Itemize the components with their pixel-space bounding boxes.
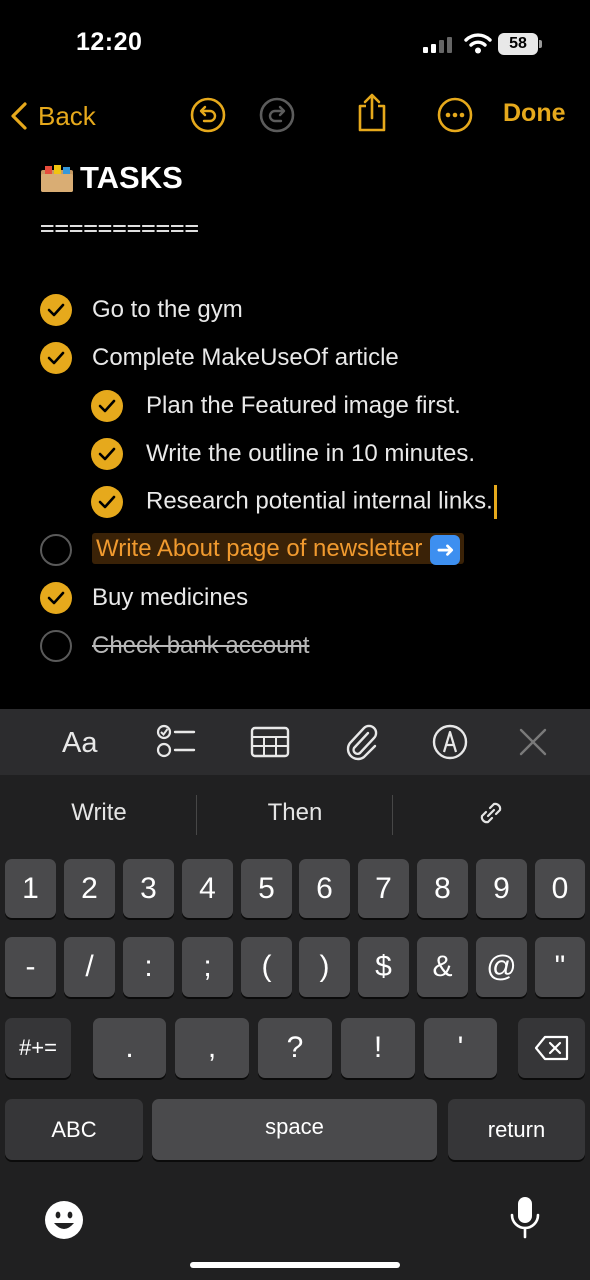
wifi-icon	[464, 33, 492, 54]
key-open-paren[interactable]: (	[241, 937, 292, 997]
back-button[interactable]: Back	[10, 96, 96, 136]
share-icon[interactable]	[354, 92, 390, 134]
key-hyphen[interactable]: -	[5, 937, 56, 997]
checklist-icon[interactable]	[156, 723, 196, 759]
symbols-key[interactable]: #+=	[5, 1018, 71, 1078]
key-slash[interactable]: /	[64, 937, 115, 997]
checklist-item[interactable]: Buy medicines	[40, 577, 248, 619]
status-time: 12:20	[76, 28, 143, 56]
done-button[interactable]: Done	[503, 99, 566, 128]
key-exclamation[interactable]: !	[341, 1018, 415, 1078]
key-at[interactable]: @	[476, 937, 527, 997]
suggestion-separator	[392, 795, 393, 835]
keyboard: Write Then 1 2 3 4 5 6 7 8 9 0 - / : ; (…	[0, 775, 590, 1280]
abc-key[interactable]: ABC	[5, 1099, 143, 1160]
key-8[interactable]: 8	[417, 859, 468, 918]
key-ampersand[interactable]: &	[417, 937, 468, 997]
key-question[interactable]: ?	[258, 1018, 332, 1078]
backspace-icon	[534, 1035, 568, 1061]
key-apostrophe[interactable]: '	[424, 1018, 497, 1078]
note-divider-text[interactable]: ===========	[40, 214, 199, 242]
markup-pen-icon[interactable]	[431, 723, 469, 761]
note-toolbar: Back Done	[0, 88, 590, 142]
paperclip-icon[interactable]	[344, 723, 380, 761]
card-index-dividers-icon	[40, 164, 74, 192]
checked-circle-icon[interactable]	[40, 294, 72, 326]
checklist-item-text: Research potential internal links.	[146, 487, 493, 515]
checked-circle-icon[interactable]	[91, 486, 123, 518]
more-options-icon[interactable]	[436, 96, 474, 134]
battery-tip	[539, 40, 542, 48]
unchecked-circle-icon[interactable]	[40, 534, 72, 566]
unchecked-circle-icon[interactable]	[40, 630, 72, 662]
text-cursor	[493, 485, 497, 519]
key-7[interactable]: 7	[358, 859, 409, 918]
key-comma[interactable]: ,	[175, 1018, 249, 1078]
key-4[interactable]: 4	[182, 859, 233, 918]
key-6[interactable]: 6	[299, 859, 350, 918]
suggestion-separator	[196, 795, 197, 835]
return-key[interactable]: return	[448, 1099, 585, 1160]
checked-circle-icon[interactable]	[40, 342, 72, 374]
redo-icon[interactable]	[258, 96, 296, 134]
battery-icon: 58	[498, 33, 538, 55]
checklist-subitem[interactable]: Write the outline in 10 minutes.	[91, 433, 475, 475]
key-semicolon[interactable]: ;	[182, 937, 233, 997]
table-icon[interactable]	[250, 726, 290, 758]
key-5[interactable]: 5	[241, 859, 292, 918]
key-2[interactable]: 2	[64, 859, 115, 918]
emoji-icon[interactable]	[43, 1199, 85, 1241]
checklist-item-label: Buy medicines	[92, 584, 249, 611]
link-icon[interactable]	[475, 797, 507, 829]
checklist-item-label: Research potential internal links.	[146, 485, 497, 519]
space-key-label: space	[265, 1114, 324, 1139]
space-key[interactable]: space	[152, 1099, 437, 1160]
checklist-item-text: Write About page of newsletter	[96, 535, 423, 563]
checklist-item-label: Write About page of newsletter ➜	[92, 533, 465, 565]
key-colon[interactable]: :	[123, 937, 174, 997]
checked-circle-icon[interactable]	[91, 390, 123, 422]
checklist-subitem[interactable]: Plan the Featured image first.	[91, 385, 461, 427]
delete-key[interactable]	[518, 1018, 585, 1078]
highlighted-text: Write About page of newsletter ➜	[92, 533, 465, 565]
status-bar: 12:20 58	[0, 0, 590, 90]
key-period[interactable]: .	[93, 1018, 166, 1078]
microphone-icon[interactable]	[508, 1195, 542, 1243]
chevron-left-icon	[11, 102, 27, 130]
checklist-item-label: Write the outline in 10 minutes.	[146, 440, 476, 467]
right-arrow-emoji-icon: ➜	[430, 535, 461, 565]
key-close-paren[interactable]: )	[299, 937, 350, 997]
checked-circle-icon[interactable]	[91, 438, 123, 470]
checklist-item[interactable]: Complete MakeUseOf article	[40, 337, 399, 379]
checklist-item[interactable]: Go to the gym	[40, 289, 243, 331]
key-9[interactable]: 9	[476, 859, 527, 918]
close-icon[interactable]	[518, 727, 548, 757]
text-style-button[interactable]: Aa	[62, 727, 97, 760]
key-dollar[interactable]: $	[358, 937, 409, 997]
key-quote[interactable]: "	[535, 937, 585, 997]
key-3[interactable]: 3	[123, 859, 174, 918]
checklist-item-label: Check bank account	[92, 632, 310, 659]
key-0[interactable]: 0	[535, 859, 585, 918]
checklist-item[interactable]: Write About page of newsletter ➜	[40, 529, 465, 571]
suggestion-write[interactable]: Write	[40, 799, 158, 827]
note-title-text: TASKS	[80, 160, 183, 195]
formatting-toolbar: Aa	[0, 709, 590, 775]
note-title[interactable]: TASKS	[40, 160, 183, 196]
key-1[interactable]: 1	[5, 859, 56, 918]
checked-circle-icon[interactable]	[40, 582, 72, 614]
checklist-item-label: Plan the Featured image first.	[146, 392, 461, 419]
checklist-item[interactable]: Check bank account	[40, 625, 309, 667]
cellular-signal-icon	[423, 37, 452, 53]
home-indicator[interactable]	[190, 1262, 400, 1268]
checklist-item-label: Go to the gym	[92, 296, 243, 323]
back-label: Back	[38, 100, 96, 131]
checklist-subitem[interactable]: Research potential internal links.	[91, 481, 497, 523]
checklist-item-label: Complete MakeUseOf article	[92, 344, 399, 371]
suggestion-then[interactable]: Then	[236, 799, 354, 827]
undo-icon[interactable]	[189, 96, 227, 134]
